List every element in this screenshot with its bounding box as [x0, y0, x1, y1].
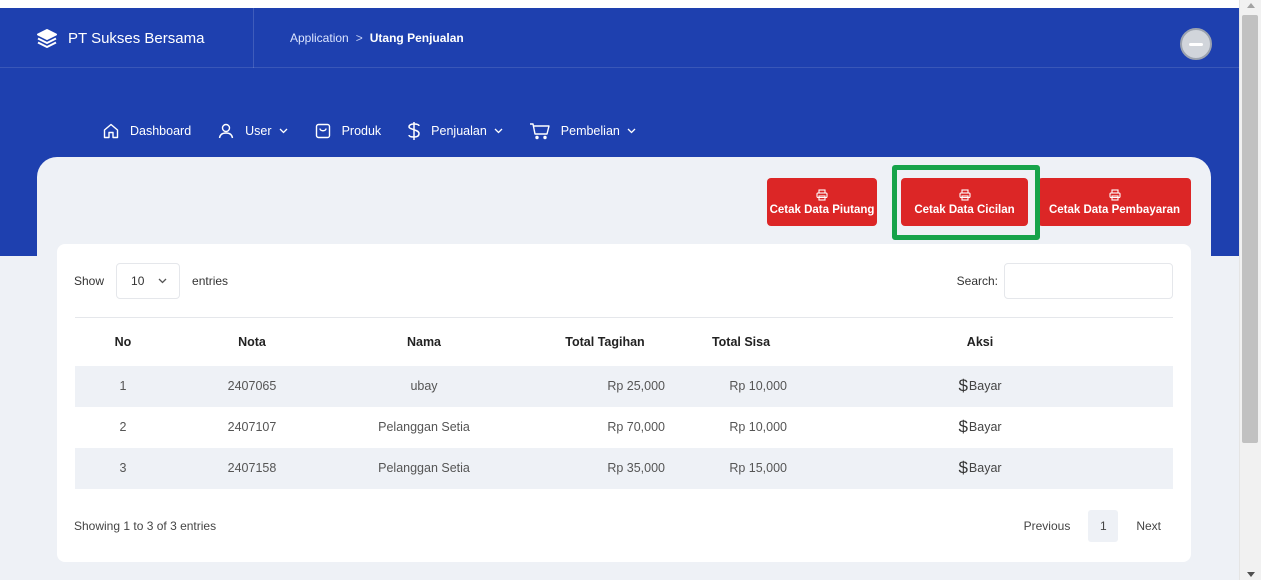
nav-item-pembelian[interactable]: Pembelian	[529, 122, 636, 140]
cell-nama: Pelanggan Setia	[378, 461, 470, 475]
cell-total-sisa: Rp 10,000	[729, 379, 787, 393]
breadcrumb-separator: >	[355, 31, 363, 45]
nav-label-pembelian: Pembelian	[560, 124, 620, 138]
print-cicilan-label: Cetak Data Cicilan	[914, 203, 1015, 216]
printer-icon	[816, 188, 828, 201]
print-pembayaran-button[interactable]: Cetak Data Pembayaran	[1038, 178, 1191, 226]
bayar-link[interactable]: $ Bayar	[958, 417, 1001, 437]
bayar-link[interactable]: $ Bayar	[958, 458, 1001, 478]
table-row: 3 2407158 Pelanggan Setia Rp 35,000 Rp 1…	[75, 447, 1173, 489]
cell-nama: ubay	[410, 379, 438, 393]
chevron-down-icon	[158, 278, 167, 284]
header-total-tagihan[interactable]: Total Tagihan	[515, 317, 665, 366]
scroll-thumb[interactable]	[1242, 15, 1258, 443]
dollar-icon: $	[958, 376, 968, 395]
pagination: Previous 1 Next	[1012, 510, 1173, 542]
cell-nota: 2407065	[227, 379, 277, 393]
print-piutang-label: Cetak Data Piutang	[769, 203, 875, 216]
header-divider	[253, 8, 254, 68]
cell-total-tagihan: Rp 25,000	[607, 379, 665, 393]
cell-aksi: $ Bayar	[787, 448, 1173, 489]
scroll-up-arrow-icon[interactable]	[1247, 3, 1255, 8]
app-header: PT Sukses Bersama Application > Utang Pe…	[0, 8, 1239, 68]
entries-control: Show 10 entries	[74, 263, 228, 299]
printer-icon	[958, 188, 971, 201]
chevron-down-icon	[279, 128, 288, 134]
breadcrumb-current: Utang Penjualan	[369, 31, 464, 45]
content-card: Cetak Data Piutang Cetak Data Cicilan Ce…	[37, 157, 1211, 580]
cell-no: 3	[119, 461, 127, 475]
header-nama[interactable]: Nama	[333, 317, 515, 366]
nav-item-produk[interactable]: Produk	[314, 122, 382, 140]
avatar[interactable]	[1180, 28, 1212, 60]
bayar-label: Bayar	[968, 379, 1002, 393]
bayar-label: Bayar	[968, 420, 1002, 434]
header-total-sisa[interactable]: Total Sisa	[665, 317, 787, 366]
nav-item-user[interactable]: User	[217, 122, 288, 140]
cell-no: 2	[119, 420, 127, 434]
bayar-link[interactable]: $ Bayar	[958, 376, 1001, 396]
bag-icon	[315, 123, 330, 139]
cell-nama: Pelanggan Setia	[378, 420, 470, 434]
scroll-down-arrow-icon[interactable]	[1247, 572, 1255, 577]
table-panel: Show 10 entries Search: No Nota Nama Tot…	[57, 244, 1191, 562]
entries-value: 10	[131, 274, 145, 288]
home-icon	[103, 123, 119, 139]
breadcrumb-parent[interactable]: Application	[290, 31, 349, 45]
nav-item-penjualan[interactable]: Penjualan	[407, 121, 503, 141]
cell-total-tagihan: Rp 35,000	[607, 461, 665, 475]
chevron-down-icon	[494, 128, 503, 134]
header-aksi[interactable]: Aksi	[787, 317, 1173, 366]
nav-label-user: User	[245, 124, 272, 138]
breadcrumb: Application > Utang Penjualan	[290, 8, 464, 68]
cell-total-sisa: Rp 15,000	[729, 461, 787, 475]
cell-aksi: $ Bayar	[787, 407, 1173, 448]
chevron-down-icon	[627, 128, 636, 134]
utang-table: No Nota Nama Total Tagihan Total Sisa Ak…	[75, 317, 1173, 489]
bayar-label: Bayar	[968, 461, 1002, 475]
show-label: Show	[74, 274, 105, 288]
app-viewport: PT Sukses Bersama Application > Utang Pe…	[0, 0, 1239, 580]
vertical-scrollbar[interactable]	[1239, 0, 1261, 580]
cell-nota: 2407107	[227, 420, 277, 434]
print-cicilan-button[interactable]: Cetak Data Cicilan	[901, 178, 1028, 226]
previous-button[interactable]: Previous	[1012, 510, 1083, 542]
user-icon	[218, 123, 234, 139]
printer-icon	[1108, 188, 1121, 201]
nav-label-penjualan: Penjualan	[431, 124, 487, 138]
dollar-icon: $	[958, 417, 968, 436]
next-button[interactable]: Next	[1124, 510, 1173, 542]
table-row: 2 2407107 Pelanggan Setia Rp 70,000 Rp 1…	[75, 407, 1173, 448]
search-control: Search:	[957, 263, 1173, 299]
top-strip	[0, 0, 1239, 8]
search-input[interactable]	[1004, 263, 1173, 299]
main-nav: Dashboard User Produk Penjualan Pembelia…	[102, 112, 662, 150]
cell-total-tagihan: Rp 70,000	[607, 420, 665, 434]
header-no[interactable]: No	[75, 317, 171, 366]
search-label: Search:	[956, 274, 998, 288]
print-pembayaran-label: Cetak Data Pembayaran	[1048, 203, 1181, 216]
brand[interactable]: PT Sukses Bersama	[36, 8, 204, 68]
dollar-icon: $	[958, 458, 968, 477]
brand-name: PT Sukses Bersama	[68, 29, 205, 47]
nav-item-dashboard[interactable]: Dashboard	[102, 122, 191, 140]
print-piutang-button[interactable]: Cetak Data Piutang	[767, 178, 877, 226]
table-row: 1 2407065 ubay Rp 25,000 Rp 10,000 $ Bay…	[75, 365, 1173, 407]
nav-label-dashboard: Dashboard	[130, 124, 192, 138]
entries-select[interactable]: 10	[116, 263, 181, 299]
page-1-button[interactable]: 1	[1088, 510, 1119, 542]
avatar-glyph	[1189, 42, 1203, 46]
cell-aksi: $ Bayar	[787, 366, 1173, 407]
nav-label-produk: Produk	[341, 124, 382, 138]
cell-nota: 2407158	[227, 461, 277, 475]
layers-icon	[37, 29, 57, 48]
table-info: Showing 1 to 3 of 3 entries	[74, 519, 217, 533]
entries-label: entries	[192, 274, 229, 288]
dollar-icon	[408, 122, 420, 140]
cell-no: 1	[119, 379, 127, 393]
cart-icon	[529, 123, 550, 140]
cell-total-sisa: Rp 10,000	[729, 420, 787, 434]
table-header-row: No Nota Nama Total Tagihan Total Sisa Ak…	[75, 317, 1173, 366]
header-nota[interactable]: Nota	[171, 317, 333, 366]
